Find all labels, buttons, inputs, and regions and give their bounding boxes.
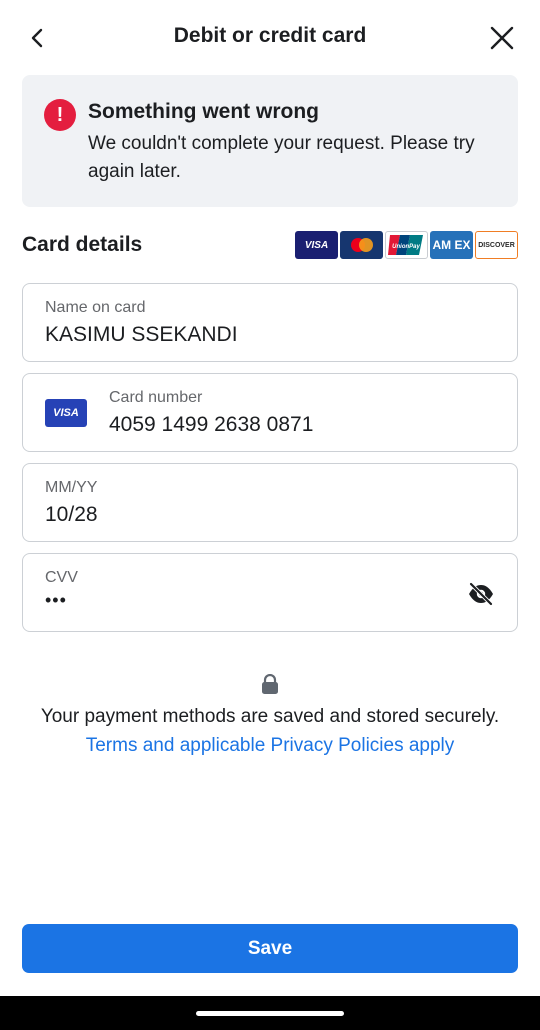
card-number-label: Card number (109, 389, 203, 406)
lock-icon (261, 673, 279, 699)
amex-logo: AM EX (430, 231, 473, 259)
system-navigation-bar (0, 996, 540, 1030)
name-on-card-field[interactable]: Name on card KASIMU SSEKANDI (22, 283, 518, 362)
expiry-label: MM/YY (45, 479, 98, 496)
eye-off-icon (469, 582, 493, 606)
close-button[interactable] (482, 18, 522, 58)
card-number-value[interactable]: 4059 1499 2638 0871 (109, 413, 313, 437)
visa-card-icon: VISA (45, 399, 87, 427)
name-value[interactable]: KASIMU SSEKANDI (45, 323, 238, 347)
toggle-cvv-visibility-button[interactable] (465, 578, 497, 610)
terms-privacy-link[interactable]: Terms and applicable Privacy Policies ap… (0, 735, 540, 757)
cvv-label: CVV (45, 569, 78, 586)
card-details-heading: Card details (22, 233, 143, 256)
home-gesture-bar[interactable] (196, 1011, 344, 1016)
alert-message: We couldn't complete your request. Pleas… (88, 133, 475, 182)
header-bar: Debit or credit card (0, 0, 540, 74)
expiry-value[interactable]: 10/28 (45, 503, 98, 527)
svg-text:UnionPay: UnionPay (392, 244, 420, 250)
name-label: Name on card (45, 299, 146, 316)
unionpay-logo: UnionPay (385, 231, 428, 259)
page-title: Debit or credit card (173, 24, 367, 47)
close-icon (490, 26, 514, 50)
expiry-field[interactable]: MM/YY 10/28 (22, 463, 518, 542)
mastercard-logo (340, 231, 383, 259)
security-notice: Your payment methods are saved and store… (40, 706, 500, 727)
alert-title: Something went wrong (88, 100, 319, 123)
discover-logo: DISCOVER (475, 231, 518, 259)
exclamation-icon: ! (44, 99, 76, 131)
visa-logo: VISA (295, 231, 338, 259)
accepted-card-brands: VISA UnionPay AM EX DISCOVER (295, 231, 518, 259)
cvv-field[interactable]: CVV ••• (22, 553, 518, 632)
error-alert: ! Something went wrong We couldn't compl… (22, 75, 518, 207)
cvv-value[interactable]: ••• (45, 590, 67, 611)
card-number-field[interactable]: VISA Card number 4059 1499 2638 0871 (22, 373, 518, 452)
save-button[interactable]: Save (22, 924, 518, 973)
